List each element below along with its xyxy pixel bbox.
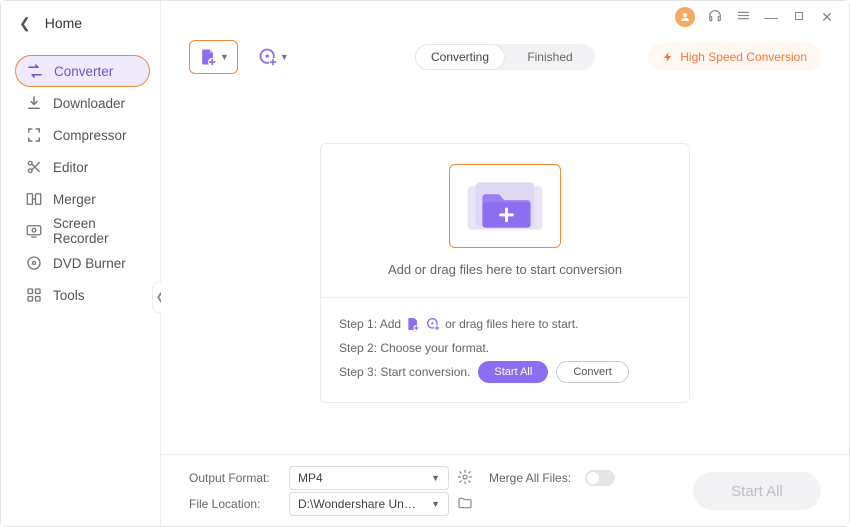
settings-icon[interactable] [457,469,481,488]
headset-icon[interactable] [707,8,723,27]
add-disc-icon [258,47,278,67]
sidebar-item-label: Tools [53,288,85,303]
step-1: Step 1: Add or drag files here to start. [339,312,671,336]
high-speed-conversion[interactable]: High Speed Conversion [648,43,821,71]
dropzone: Add or drag files here to start conversi… [320,143,690,403]
sidebar-item-converter[interactable]: Converter [15,55,150,87]
tab-finished[interactable]: Finished [505,44,595,70]
compress-icon [25,126,43,144]
high-speed-label: High Speed Conversion [680,50,807,64]
output-format-select[interactable]: MP4 ▼ [289,466,449,490]
merge-label: Merge All Files: [489,471,577,485]
step-3: Step 3: Start conversion. Start All Conv… [339,360,671,384]
dropzone-text: Add or drag files here to start conversi… [339,262,671,277]
footer: Output Format: MP4 ▼ Merge All Files: St… [161,454,849,526]
browse-folder-icon[interactable] [457,495,481,514]
toolbar: ▼ ▼ Converting Finished High Speed Conve… [161,33,849,81]
disc-icon [25,254,43,272]
start-all-footer-button[interactable]: Start All [693,472,821,510]
sidebar-item-label: Converter [54,64,113,79]
merge-icon [25,190,43,208]
home-label: Home [45,15,82,31]
chevron-down-icon: ▼ [220,52,229,62]
sidebar-item-dvd-burner[interactable]: DVD Burner [15,247,150,279]
dropzone-area: Add or drag files here to start conversi… [161,143,849,403]
bolt-icon [662,51,674,63]
sidebar-item-label: Compressor [53,128,127,143]
convert-button[interactable]: Convert [556,361,629,383]
scissors-icon [25,158,43,176]
download-icon [25,94,43,112]
add-file-button[interactable]: ▼ [189,40,238,74]
grid-icon [25,286,43,304]
divider [321,297,689,298]
sidebar: ❮ Home Converter Downloader Compressor E… [1,1,161,526]
nav: Converter Downloader Compressor Editor M… [1,45,160,311]
sidebar-item-screen-recorder[interactable]: Screen Recorder [15,215,150,247]
add-files-dropzone[interactable] [449,164,561,248]
folder-plus-icon [450,164,560,248]
file-location-label: File Location: [189,497,281,511]
tab-converting[interactable]: Converting [415,44,505,70]
minimize-icon[interactable]: — [763,9,779,25]
chevron-down-icon: ▼ [431,499,440,509]
sidebar-item-compressor[interactable]: Compressor [15,119,150,151]
file-location-select[interactable]: D:\Wondershare UniConverter 1 ▼ [289,492,449,516]
start-all-button[interactable]: Start All [478,361,548,383]
sidebar-item-downloader[interactable]: Downloader [15,87,150,119]
merge-toggle[interactable] [585,470,615,486]
file-location-value: D:\Wondershare UniConverter 1 [298,497,418,511]
avatar-icon[interactable] [675,7,695,27]
sidebar-item-label: DVD Burner [53,256,126,271]
steps: Step 1: Add or drag files here to start.… [339,312,671,384]
main: — ✕ ▼ ▼ Converting Finished High Speed C… [161,1,849,526]
sidebar-item-label: Merger [53,192,96,207]
step1-pre: Step 1: Add [339,312,401,336]
step3-label: Step 3: Start conversion. [339,360,470,384]
step1-post: or drag files here to start. [445,312,578,336]
menu-icon[interactable] [735,8,751,26]
sidebar-item-label: Editor [53,160,88,175]
add-dvd-button[interactable]: ▼ [250,40,297,74]
sidebar-item-merger[interactable]: Merger [15,183,150,215]
converter-icon [26,62,44,80]
back-icon[interactable]: ❮ [19,15,31,32]
maximize-icon[interactable] [791,9,807,25]
sidebar-item-editor[interactable]: Editor [15,151,150,183]
close-icon[interactable]: ✕ [819,9,835,26]
chevron-down-icon: ▼ [280,52,289,62]
add-file-icon [405,316,421,332]
output-format-value: MP4 [298,471,323,485]
chevron-down-icon: ▼ [431,473,440,483]
sidebar-item-label: Downloader [53,96,125,111]
step-2: Step 2: Choose your format. [339,336,671,360]
window-controls: — ✕ [161,1,849,33]
add-disc-icon [425,316,441,332]
home-row[interactable]: ❮ Home [1,1,160,45]
tabs: Converting Finished [415,44,595,70]
sidebar-item-label: Screen Recorder [53,216,140,246]
add-file-icon [198,47,218,67]
sidebar-item-tools[interactable]: Tools [15,279,150,311]
record-icon [25,222,43,240]
output-format-label: Output Format: [189,471,281,485]
